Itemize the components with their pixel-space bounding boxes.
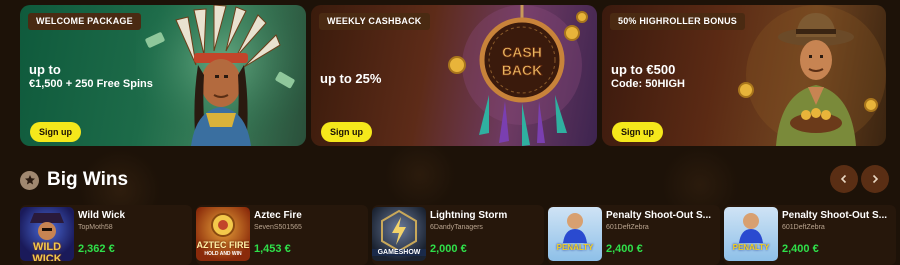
cashback-illustration: CASH BACK — [448, 5, 588, 146]
promo-tag: WEEKLY CASHBACK — [319, 13, 430, 30]
win-amount: 2,400 € — [606, 243, 643, 255]
promo-tag: WELCOME PACKAGE — [28, 13, 141, 30]
game-thumbnail: GAMESHOW — [372, 207, 426, 261]
promo-banners: WELCOME PACKAGE up to €1,500 + 250 Free … — [20, 5, 886, 146]
winner-username: TopMoth58 — [78, 224, 113, 231]
big-wins-list: WILD WICK Wild Wick TopMoth58 2,362 € AZ… — [20, 205, 900, 265]
signup-button[interactable]: Sign up — [30, 122, 81, 142]
promo-card-highroller[interactable]: 50% HIGHROLLER BONUS up to €500 Code: 50… — [602, 5, 886, 146]
win-amount: 1,453 € — [254, 243, 291, 255]
win-card[interactable]: AZTEC FIRE HOLD AND WIN Aztec Fire Seven… — [196, 205, 368, 265]
thumb-title: WILD WICK — [32, 241, 62, 261]
thumb-title: PENALTY — [732, 243, 770, 252]
game-name: Penalty Shoot-Out S... — [606, 210, 712, 221]
promo-card-cashback[interactable]: CASH BACK WEEKLY CASHBACK up to 25% Sign… — [311, 5, 597, 146]
cashback-art-text: CASH — [502, 44, 542, 60]
promo-headline: up to €500 — [611, 62, 676, 77]
svg-text:BACK: BACK — [502, 62, 542, 78]
game-name: Penalty Shoot-Out S... — [782, 210, 888, 221]
win-amount: 2,000 € — [430, 243, 467, 255]
game-name: Aztec Fire — [254, 210, 302, 221]
signup-button[interactable]: Sign up — [612, 122, 663, 142]
promo-subline: €1,500 + 250 Free Spins — [29, 78, 153, 90]
win-amount: 2,362 € — [78, 243, 115, 255]
chevron-right-icon — [872, 174, 879, 184]
promo-headline: up to — [29, 62, 61, 77]
promo-card-welcome[interactable]: WELCOME PACKAGE up to €1,500 + 250 Free … — [20, 5, 306, 146]
thumb-title: PENALTY — [556, 243, 594, 252]
promo-headline: up to 25% — [320, 71, 382, 86]
game-name: Lightning Storm — [430, 210, 508, 221]
thumb-title: AZTEC FIRE — [196, 240, 250, 250]
star-icon — [20, 170, 39, 190]
win-card[interactable]: WILD WICK Wild Wick TopMoth58 2,362 € — [20, 205, 192, 265]
game-name: Wild Wick — [78, 210, 126, 221]
winner-username: 601DeftZebra — [782, 224, 825, 231]
win-amount: 2,400 € — [782, 243, 819, 255]
game-thumbnail: AZTEC FIRE HOLD AND WIN — [196, 207, 250, 261]
game-thumbnail: WILD WICK — [20, 207, 74, 261]
winner-username: 6DandyTanagers — [430, 224, 483, 231]
game-thumbnail: PENALTY — [548, 207, 602, 261]
promo-tag: 50% HIGHROLLER BONUS — [610, 13, 746, 30]
promo-subline: Code: 50HIGH — [611, 78, 685, 90]
carousel-prev-button[interactable] — [830, 165, 858, 193]
winner-username: 601DeftZebra — [606, 224, 649, 231]
chevron-left-icon — [840, 174, 847, 184]
thumb-title: GAMESHOW — [372, 249, 426, 256]
win-card[interactable]: PENALTY Penalty Shoot-Out S... 601DeftZe… — [548, 205, 720, 265]
game-thumbnail: PENALTY — [724, 207, 778, 261]
win-card[interactable]: PENALTY Penalty Shoot-Out S... 601DeftZe… — [724, 205, 896, 265]
carousel-next-button[interactable] — [861, 165, 889, 193]
win-card[interactable]: GAMESHOW Lightning Storm 6DandyTanagers … — [372, 205, 544, 265]
thumb-subtitle: HOLD AND WIN — [204, 251, 242, 257]
chief-illustration — [136, 5, 306, 146]
signup-button[interactable]: Sign up — [321, 122, 372, 142]
big-wins-title: Big Wins — [47, 169, 129, 190]
winner-username: SevenS501565 — [254, 224, 302, 231]
big-wins-header: Big Wins — [20, 168, 128, 192]
